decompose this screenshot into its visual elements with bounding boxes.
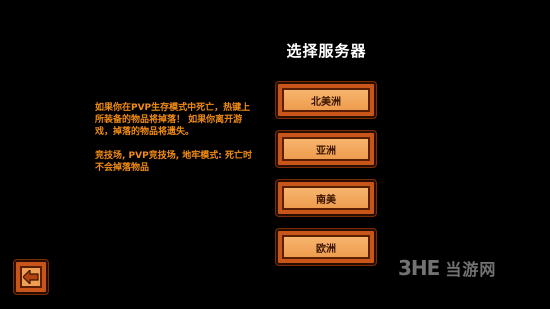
back-button[interactable]	[14, 260, 48, 294]
watermark: 3HE 当游网	[398, 254, 496, 282]
server-select-title: 选择服务器	[286, 42, 367, 60]
server-button-europe[interactable]: 欧洲	[276, 229, 376, 265]
left-arrow-icon	[23, 270, 39, 284]
server-button-south-america[interactable]: 南美	[276, 180, 376, 216]
server-button-europe-label: 欧洲	[282, 235, 370, 259]
server-button-asia[interactable]: 亚洲	[276, 131, 376, 167]
server-button-asia-label: 亚洲	[282, 137, 370, 161]
info-paragraph-pvp-death: 如果你在PVP生存模式中死亡，热键上所装备的物品将掉落！ 如果你离开游戏，掉落的…	[95, 103, 251, 137]
server-button-north-america-label: 北美洲	[282, 88, 370, 112]
info-paragraph-safe-modes: 竞技场, PVP竞技场, 地牢模式: 死亡时不会掉落物品	[95, 151, 252, 173]
watermark-logo: 3HE	[398, 256, 440, 280]
watermark-text: 当游网	[445, 260, 497, 279]
death-rules-info: 如果你在PVP生存模式中死亡，热键上所装备的物品将掉落！ 如果你离开游戏，掉落的…	[95, 102, 253, 186]
server-button-north-america[interactable]: 北美洲	[276, 82, 376, 118]
server-button-south-america-label: 南美	[282, 186, 370, 210]
